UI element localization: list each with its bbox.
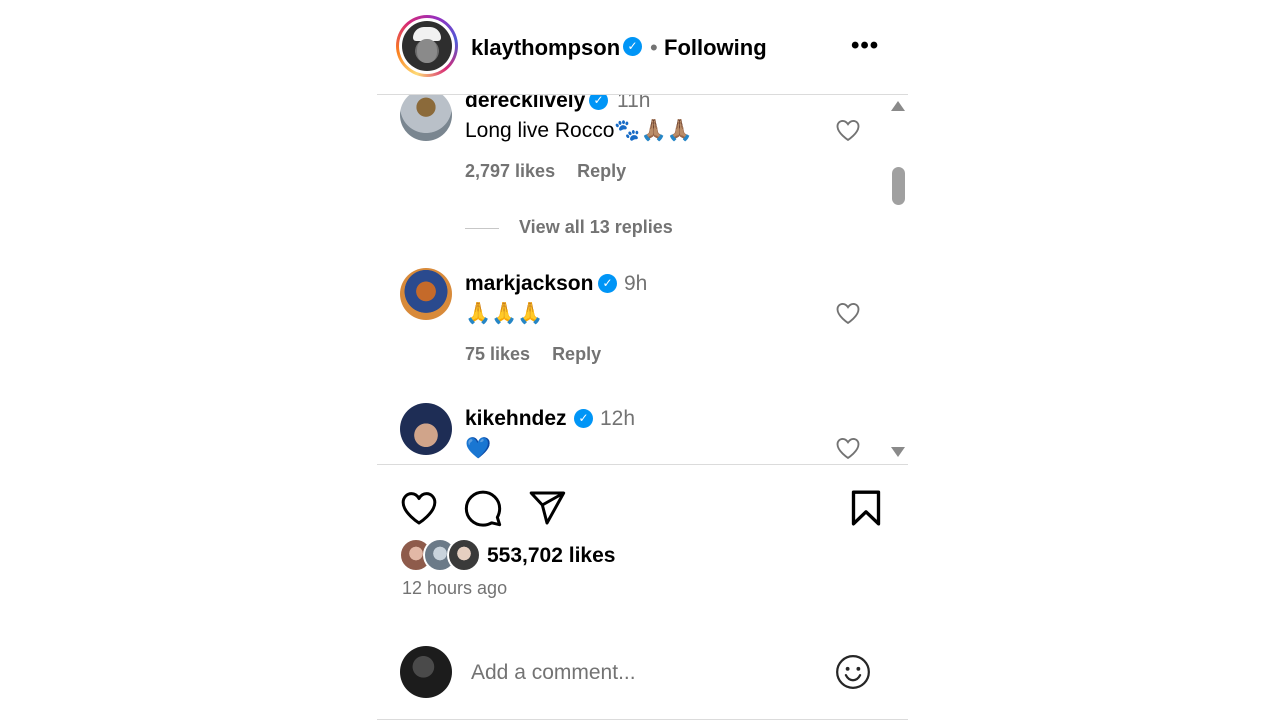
- heart-icon[interactable]: [834, 299, 862, 327]
- comment-input[interactable]: [471, 656, 811, 690]
- separator-dot: •: [650, 35, 658, 60]
- post-author-username[interactable]: klaythompson: [471, 35, 620, 61]
- comment-text: Long live Rocco🐾🙏🏽🙏🏽: [465, 119, 693, 142]
- comment-meta: 2,797 likes Reply: [465, 161, 626, 182]
- avatar: [402, 21, 452, 71]
- avatar: [400, 646, 452, 698]
- paper-plane-icon[interactable]: [527, 488, 567, 528]
- smiley-icon[interactable]: [834, 653, 872, 691]
- story-ring[interactable]: [396, 15, 458, 77]
- avatar: [447, 538, 481, 572]
- verified-badge-icon: ✓: [623, 37, 642, 56]
- comment-likes[interactable]: 75 likes: [465, 344, 530, 364]
- comment-meta: 75 likes Reply: [465, 344, 601, 365]
- verified-badge-icon: ✓: [589, 95, 608, 110]
- post-timestamp[interactable]: 12 hours ago: [402, 578, 507, 599]
- post-actions: [377, 466, 908, 546]
- avatar[interactable]: [400, 95, 452, 141]
- comment-text: 🙏🙏🙏: [465, 302, 544, 325]
- comments-list[interactable]: derecklively ✓ 11h Long live Rocco🐾🙏🏽🙏🏽 …: [377, 95, 908, 465]
- reply-button[interactable]: Reply: [552, 344, 601, 364]
- comment-composer: [377, 628, 908, 720]
- avatar[interactable]: [400, 268, 452, 320]
- scroll-up-arrow-icon[interactable]: [891, 101, 905, 111]
- view-replies-label: View all 13 replies: [519, 217, 673, 237]
- reply-button[interactable]: Reply: [577, 161, 626, 181]
- comment-time: 12h: [600, 407, 636, 430]
- post-header: klaythompson ✓ • Following •••: [377, 0, 908, 95]
- comment-username[interactable]: kikehndez: [465, 407, 567, 431]
- verified-badge-icon: ✓: [574, 409, 593, 428]
- more-options-icon[interactable]: •••: [851, 32, 879, 60]
- scrollbar-thumb[interactable]: [892, 167, 905, 205]
- comment-bubble-icon[interactable]: [463, 488, 503, 528]
- post-likes-count[interactable]: 553,702 likes: [487, 544, 615, 568]
- heart-icon[interactable]: [834, 434, 862, 462]
- heart-icon[interactable]: [834, 116, 862, 144]
- comment-likes[interactable]: 2,797 likes: [465, 161, 555, 181]
- replies-divider: [465, 227, 499, 229]
- following-button[interactable]: Following: [664, 35, 767, 61]
- comment-username[interactable]: markjackson: [465, 272, 593, 296]
- post-panel: klaythompson ✓ • Following ••• dereckliv…: [377, 0, 908, 720]
- verified-badge-icon: ✓: [598, 274, 617, 293]
- bookmark-icon[interactable]: [846, 488, 886, 528]
- view-replies-button[interactable]: View all 13 replies: [465, 217, 673, 238]
- comment-username[interactable]: derecklively: [465, 95, 585, 113]
- comment-text: 💙: [465, 437, 492, 460]
- scroll-down-arrow-icon[interactable]: [891, 447, 905, 457]
- avatar[interactable]: [400, 403, 452, 455]
- comment-time: 11h: [617, 95, 651, 112]
- comment-time: 9h: [624, 272, 648, 295]
- heart-icon[interactable]: [399, 488, 439, 528]
